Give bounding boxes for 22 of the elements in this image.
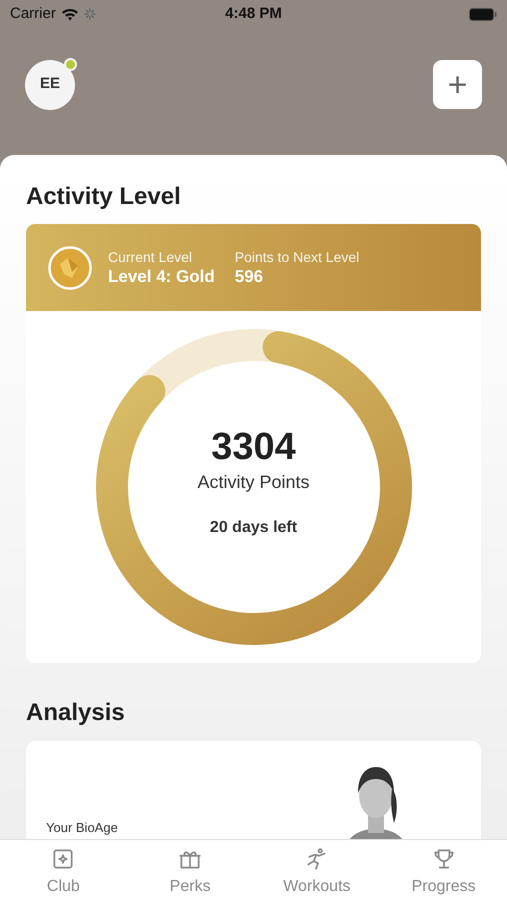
- loading-spinner-icon: [84, 8, 96, 20]
- tab-bar-item[interactable]: Club: [0, 840, 127, 900]
- carrier-text: Carrier: [10, 4, 56, 24]
- bioage-label: Your BioAge: [46, 818, 118, 837]
- section-title: Analysis: [26, 701, 126, 725]
- next-level-value: 596: [234, 266, 264, 287]
- medal-icon: [48, 246, 92, 290]
- tab-bar-item[interactable]: Perks: [126, 840, 254, 900]
- tab-bar-item[interactable]: Progress: [380, 840, 507, 900]
- next-level-label: Points to Next Level: [234, 248, 360, 266]
- avatar[interactable]: EE: [25, 60, 75, 110]
- section-title: Activity Level: [26, 185, 182, 209]
- points-value: 3304: [211, 424, 296, 468]
- battery-icon: [469, 8, 497, 20]
- current-level-label: Current Level: [108, 248, 194, 266]
- time-text: 4:48 PM: [224, 4, 283, 24]
- points-label: Activity Points: [197, 470, 310, 494]
- wifi-icon: [60, 7, 79, 21]
- tab-bar-item[interactable]: Workouts: [254, 840, 380, 900]
- add-button[interactable]: +: [433, 60, 482, 109]
- days-left-text: 20 days left: [210, 518, 298, 538]
- current-level-value: Level 4: Gold: [108, 266, 215, 287]
